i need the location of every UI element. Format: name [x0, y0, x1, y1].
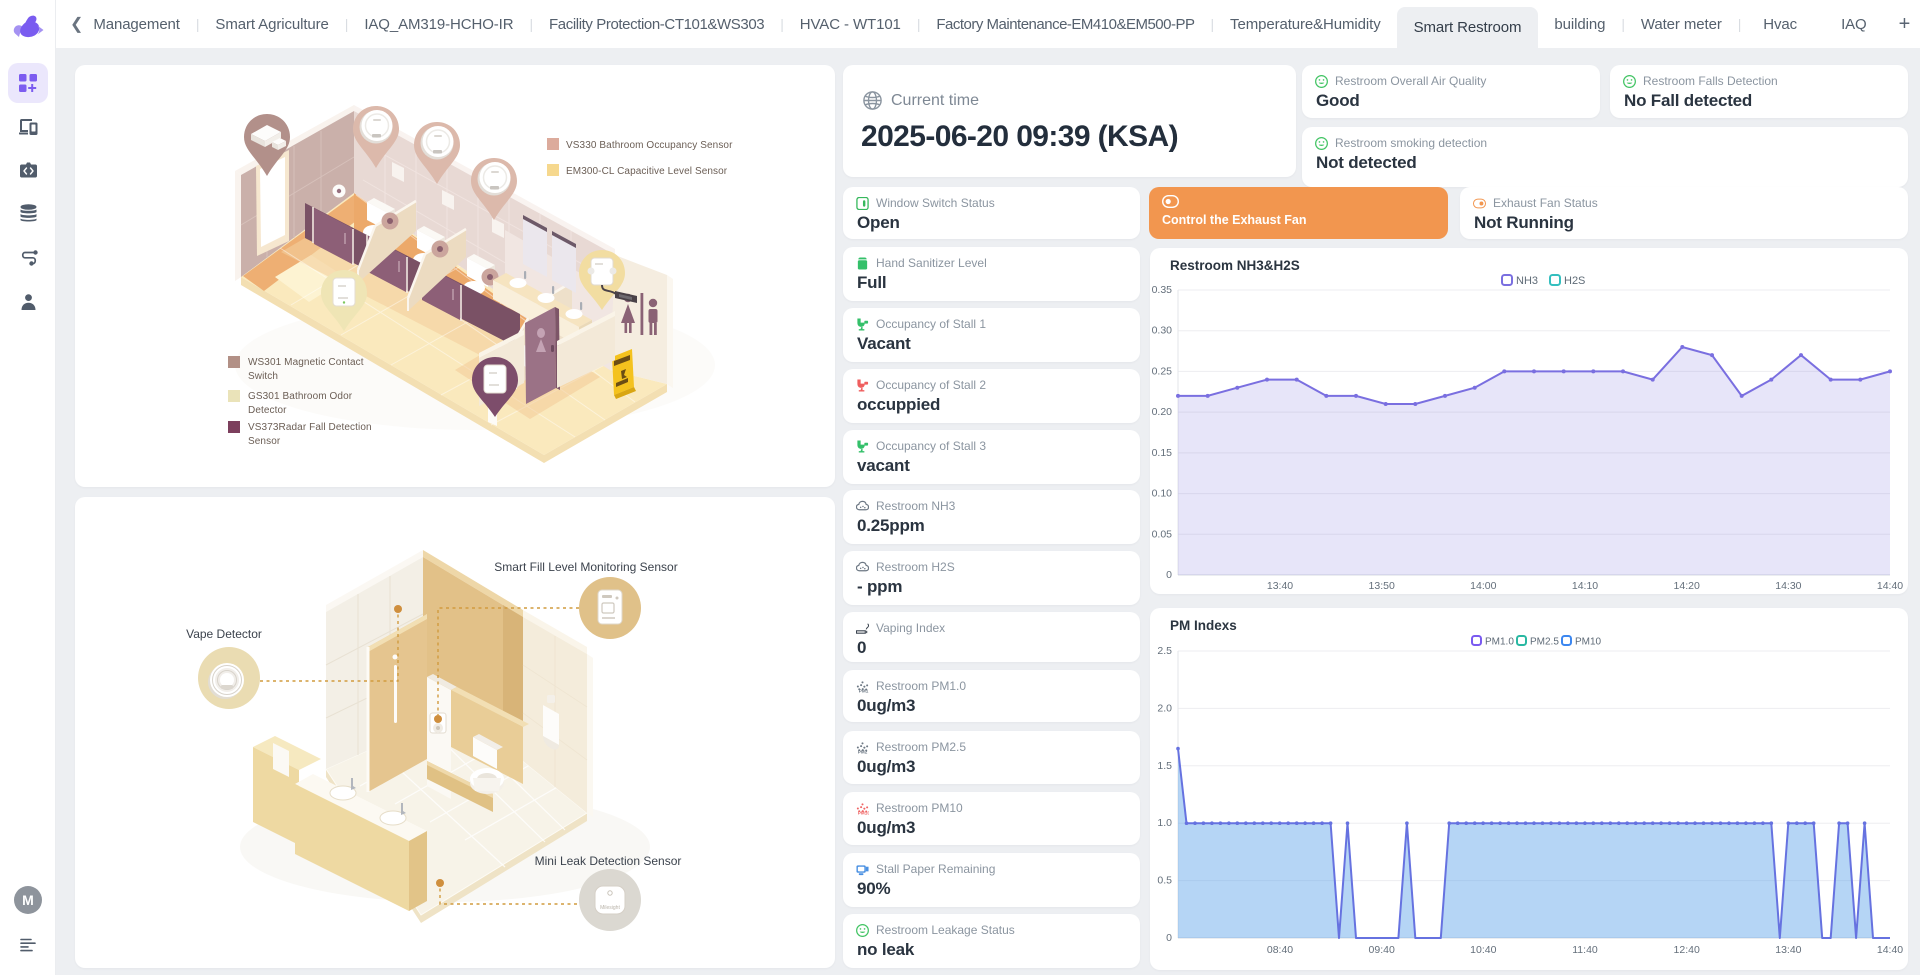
svg-text:12:40: 12:40 — [1674, 944, 1700, 956]
svg-text:1.0: 1.0 — [1157, 817, 1172, 829]
svg-text:VS373Radar Fall Detection: VS373Radar Fall Detection — [248, 422, 372, 433]
svg-text:14:40: 14:40 — [1877, 944, 1903, 956]
svg-text:2.0: 2.0 — [1157, 702, 1172, 714]
svg-text:PM10: PM10 — [1575, 637, 1602, 648]
svg-text:0.25: 0.25 — [1152, 365, 1173, 377]
svg-text:14:10: 14:10 — [1572, 580, 1598, 592]
svg-text:PM10: PM10 — [858, 810, 869, 814]
svg-text:0: 0 — [1166, 932, 1172, 944]
svg-text:PM2.5: PM2.5 — [1530, 637, 1559, 648]
svg-text:14:40: 14:40 — [1877, 580, 1903, 592]
svg-text:Smart Fill Level Monitoring Se: Smart Fill Level Monitoring Sensor — [494, 560, 677, 574]
svg-text:08:40: 08:40 — [1267, 944, 1293, 956]
svg-text:Vape Detector: Vape Detector — [186, 627, 262, 641]
svg-text:PM2: PM2 — [858, 749, 868, 753]
svg-text:PM1.0: PM1.0 — [1485, 637, 1514, 648]
svg-text:Mini Leak Detection Sensor: Mini Leak Detection Sensor — [535, 854, 682, 868]
svg-text:10:40: 10:40 — [1470, 944, 1496, 956]
svg-text:0.05: 0.05 — [1152, 528, 1173, 540]
svg-text:0.5: 0.5 — [1157, 875, 1172, 887]
svg-text:14:30: 14:30 — [1775, 580, 1801, 592]
svg-text:0.10: 0.10 — [1152, 488, 1173, 500]
svg-text:VS330 Bathroom Occupancy Senso: VS330 Bathroom Occupancy Sensor — [566, 140, 733, 151]
svg-text:0.30: 0.30 — [1152, 325, 1173, 337]
svg-text:GS301 Bathroom Odor: GS301 Bathroom Odor — [248, 391, 353, 402]
svg-text:PM1: PM1 — [859, 688, 869, 692]
svg-text:Switch: Switch — [248, 371, 278, 382]
svg-text:Milesight: Milesight — [600, 905, 620, 911]
svg-text:14:20: 14:20 — [1674, 580, 1700, 592]
svg-text:NH3: NH3 — [1516, 275, 1538, 287]
svg-text:14:00: 14:00 — [1470, 580, 1496, 592]
svg-text:0: 0 — [1166, 569, 1172, 581]
svg-text:0.20: 0.20 — [1152, 406, 1173, 418]
svg-text:13:40: 13:40 — [1775, 944, 1801, 956]
svg-text:Detector: Detector — [248, 405, 287, 416]
svg-text:WS301 Magnetic Contact: WS301 Magnetic Contact — [248, 357, 364, 368]
svg-text:13:40: 13:40 — [1267, 580, 1293, 592]
svg-text:1.5: 1.5 — [1157, 760, 1172, 772]
svg-text:09:40: 09:40 — [1369, 944, 1395, 956]
svg-text:0.15: 0.15 — [1152, 447, 1173, 459]
svg-text:Sensor: Sensor — [248, 436, 281, 447]
svg-text:H2S: H2S — [1564, 275, 1585, 287]
svg-text:13:50: 13:50 — [1369, 580, 1395, 592]
svg-text:0.35: 0.35 — [1152, 284, 1173, 296]
svg-text:EM300-CL Capacitive Level Sens: EM300-CL Capacitive Level Sensor — [566, 166, 728, 177]
svg-text:2.5: 2.5 — [1157, 645, 1172, 657]
svg-text:11:40: 11:40 — [1572, 944, 1598, 956]
